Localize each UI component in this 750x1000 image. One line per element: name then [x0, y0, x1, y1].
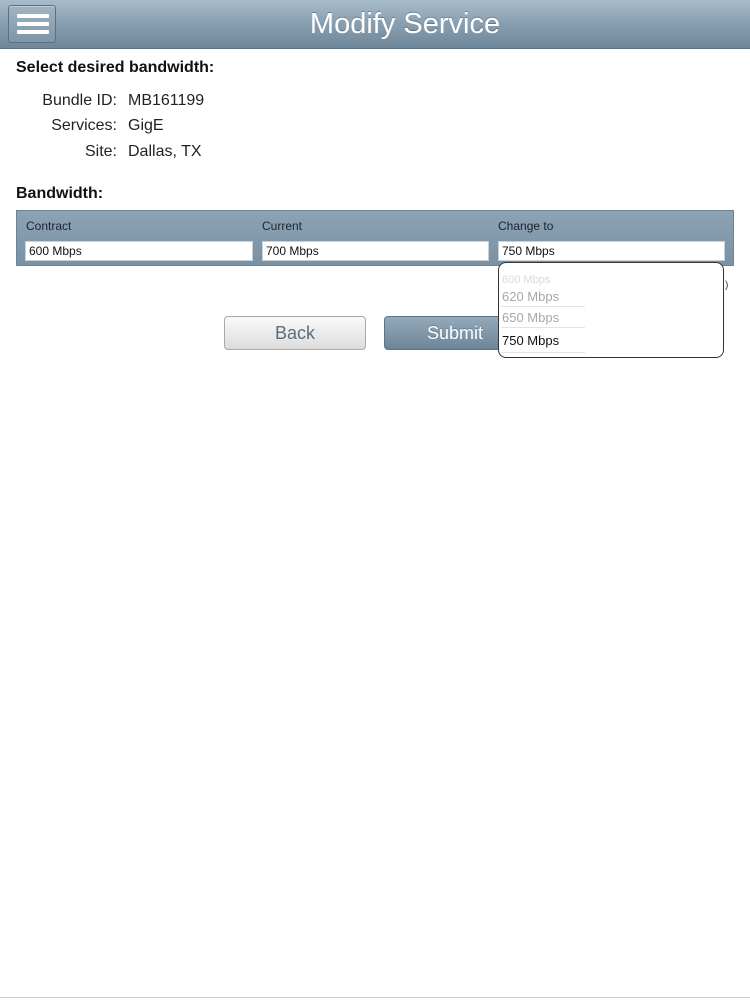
picker-divider — [501, 352, 585, 353]
picker-option[interactable]: 600 Mbps — [502, 274, 550, 286]
picker-divider — [501, 306, 585, 307]
picker-option-selected[interactable]: 750 Mbps — [502, 333, 559, 348]
select-bandwidth-heading: Select desired bandwidth: — [16, 59, 215, 76]
header-bar: Modify Service — [0, 0, 750, 49]
app-screen: Modify Service Select desired bandwidth:… — [0, 0, 750, 1000]
clipped-text: ) — [725, 280, 729, 291]
contract-field: 600 Mbps — [25, 241, 253, 261]
hamburger-menu-icon-bar — [17, 22, 49, 26]
change-to-label: Change to — [498, 219, 554, 233]
hamburger-menu-icon — [17, 14, 49, 18]
site-value: Dallas, TX — [128, 143, 202, 160]
contract-label: Contract — [26, 219, 72, 233]
bottom-divider — [0, 997, 750, 998]
current-field: 700 Mbps — [262, 241, 489, 261]
back-button[interactable]: Back — [224, 316, 366, 350]
bundle-id-value: MB161199 — [128, 92, 205, 109]
picker-divider — [501, 327, 585, 328]
services-label: Services: — [51, 117, 117, 134]
services-value: GigE — [128, 117, 164, 134]
change-to-select[interactable]: 750 Mbps — [498, 241, 725, 261]
current-label: Current — [262, 219, 303, 233]
picker-option[interactable]: 650 Mbps — [502, 310, 559, 325]
bandwidth-heading: Bandwidth: — [16, 185, 104, 202]
bundle-id-label: Bundle ID: — [42, 92, 117, 109]
bandwidth-panel: Contract 600 Mbps Current 700 Mbps Chang… — [16, 210, 734, 266]
picker-option[interactable]: 620 Mbps — [502, 289, 559, 304]
page-title: Modify Service — [309, 8, 501, 40]
menu-button[interactable] — [8, 5, 56, 43]
bandwidth-picker[interactable]: 600 Mbps 620 Mbps 650 Mbps 750 Mbps — [498, 262, 724, 358]
site-label: Site: — [84, 143, 117, 160]
hamburger-menu-icon-bar — [17, 30, 49, 34]
